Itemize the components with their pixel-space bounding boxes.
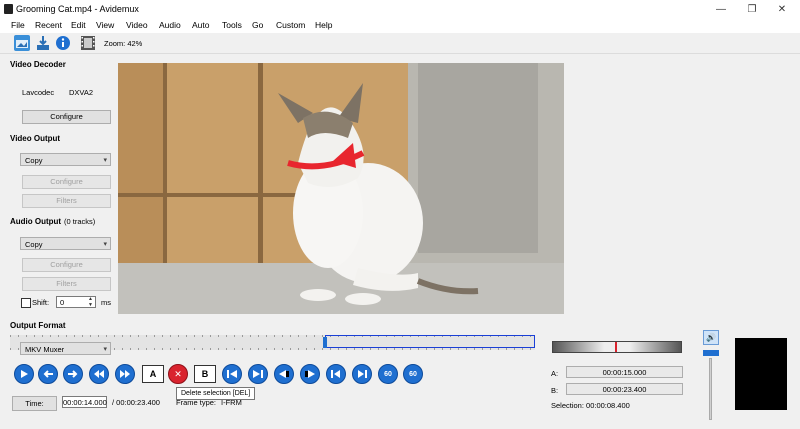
go-to-marker-a-button[interactable]: [222, 364, 242, 384]
menu-go[interactable]: Go: [250, 20, 265, 30]
menu-edit[interactable]: Edit: [69, 20, 88, 30]
marker-a-time: 00:00:15.000: [566, 366, 683, 378]
jog-shuttle[interactable]: [552, 341, 682, 353]
marker-a-label: A:: [551, 369, 559, 378]
next-keyframe-button[interactable]: [115, 364, 135, 384]
audio-codec-select[interactable]: Copy ▾: [20, 237, 111, 250]
menu-view[interactable]: View: [94, 20, 116, 30]
lavcodec-label: Lavcodec: [22, 88, 55, 97]
menu-file[interactable]: File: [9, 20, 27, 30]
audio-configure-button[interactable]: Configure: [22, 258, 111, 272]
video-decoder-label: Video Decoder: [10, 60, 66, 69]
audio-meter: [735, 338, 787, 410]
marker-a-glyph: A: [149, 369, 157, 379]
menu-custom[interactable]: Custom: [274, 20, 307, 30]
previous-keyframe-button[interactable]: [89, 364, 109, 384]
delete-selection-button[interactable]: ✕: [168, 364, 188, 384]
minimize-button[interactable]: —: [708, 0, 734, 19]
go-to-last-frame-button[interactable]: [352, 364, 372, 384]
marker-b-glyph: B: [201, 369, 209, 379]
video-filters-button[interactable]: Filters: [22, 194, 111, 208]
menu-tools[interactable]: Tools: [220, 20, 244, 30]
menu-audio[interactable]: Audio: [157, 20, 183, 30]
set-marker-a-button[interactable]: A: [142, 365, 164, 383]
volume-slider[interactable]: [709, 358, 712, 420]
decoder-configure-button[interactable]: Configure: [22, 110, 111, 124]
volume-icon[interactable]: 🔊: [703, 330, 719, 345]
menu-auto[interactable]: Auto: [190, 20, 212, 30]
shift-checkbox[interactable]: [21, 298, 31, 308]
output-format-label: Output Format: [10, 321, 66, 330]
selection-duration: Selection: 00:00:08.400: [551, 401, 630, 410]
close-icon: ✕: [174, 368, 182, 379]
volume-level: [703, 350, 719, 356]
audio-filters-button[interactable]: Filters: [22, 277, 111, 291]
back-60-seconds-button[interactable]: 60: [378, 364, 398, 384]
forward-60-seconds-button[interactable]: 60: [403, 364, 423, 384]
time-button[interactable]: Time:: [12, 396, 57, 411]
video-configure-button[interactable]: Configure: [22, 175, 111, 189]
next-black-frame-button[interactable]: [300, 364, 320, 384]
go-to-first-frame-button[interactable]: [326, 364, 346, 384]
audio-output-label: Audio Output: [10, 217, 62, 226]
zoom-label: Zoom: 42%: [104, 39, 143, 48]
timeline-playhead[interactable]: [323, 337, 327, 348]
marker-b-label: B:: [551, 386, 559, 395]
save-file-icon[interactable]: [35, 35, 51, 51]
menu-video[interactable]: Video: [124, 20, 150, 30]
window-title: Grooming Cat.mp4 - Avidemux: [16, 4, 139, 14]
audio-codec-value: Copy: [25, 240, 43, 249]
menu-bar: File Recent Edit View Video Audio Auto T…: [0, 19, 800, 33]
shift-unit: ms: [101, 298, 111, 307]
current-time-input[interactable]: 00:00:14.000: [62, 396, 107, 408]
video-preview: [118, 63, 564, 314]
selection-range: [325, 335, 535, 348]
app-icon: [4, 4, 13, 14]
previous-frame-button[interactable]: [38, 364, 58, 384]
info-icon[interactable]: [55, 35, 71, 51]
toolbar: Zoom: 42%: [0, 33, 800, 54]
menu-recent[interactable]: Recent: [33, 20, 64, 30]
play-button[interactable]: [14, 364, 34, 384]
set-marker-b-button[interactable]: B: [194, 365, 216, 383]
audio-tracks-count: (0 tracks): [64, 217, 96, 226]
frame-type-value: I-FRM: [221, 398, 242, 407]
chevron-down-icon: ▾: [103, 157, 107, 164]
shift-label: Shift:: [32, 298, 50, 307]
maximize-button[interactable]: ❐: [739, 0, 765, 19]
muxer-value: MKV Muxer: [25, 345, 65, 354]
go-to-marker-b-button[interactable]: [248, 364, 268, 384]
muxer-select[interactable]: MKV Muxer ▾: [20, 342, 111, 355]
chevron-down-icon: ▾: [103, 241, 107, 248]
video-codec-select[interactable]: Copy ▾: [20, 153, 111, 166]
shift-stepper[interactable]: ▲ ▼: [86, 296, 95, 308]
video-codec-value: Copy: [25, 156, 43, 165]
close-button[interactable]: ✕: [769, 0, 795, 19]
frame-type-label: Frame type:: [176, 398, 217, 407]
dxva-label: DXVA2: [69, 88, 94, 97]
video-output-label: Video Output: [10, 134, 61, 143]
next-frame-button[interactable]: [63, 364, 83, 384]
marker-b-time: 00:00:23.400: [566, 383, 683, 395]
total-time: / 00:00:23.400: [112, 398, 160, 407]
open-file-icon[interactable]: [14, 35, 30, 51]
menu-help[interactable]: Help: [313, 20, 334, 30]
title-bar: Grooming Cat.mp4 - Avidemux — ❐ ✕: [0, 0, 800, 19]
film-strip-icon[interactable]: [80, 35, 96, 51]
chevron-down-icon: ▾: [103, 346, 107, 353]
previous-black-frame-button[interactable]: [274, 364, 294, 384]
